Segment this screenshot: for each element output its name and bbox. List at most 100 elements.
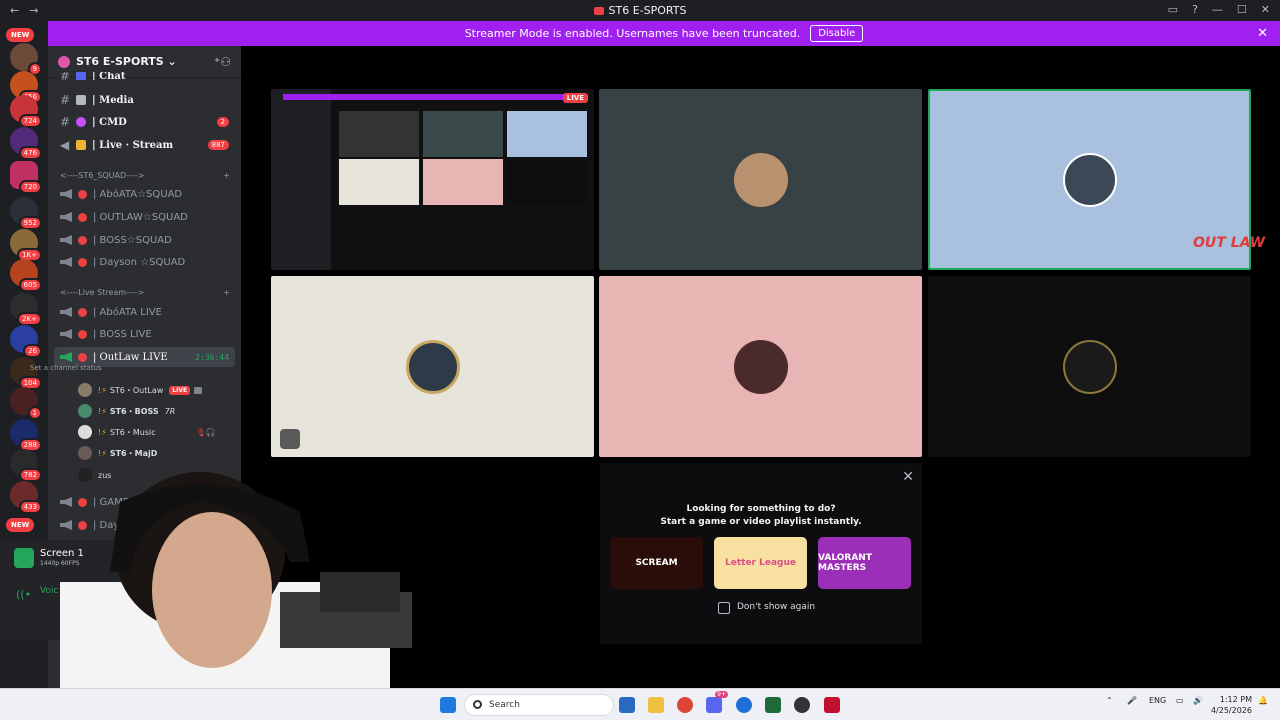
image-icon <box>76 95 86 105</box>
voice-user[interactable]: !⚡ ST6・BOSS 7R <box>78 402 233 420</box>
search-placeholder: Search <box>489 700 520 710</box>
server-icon[interactable]: 724 <box>10 95 42 128</box>
avatar <box>78 383 92 397</box>
activity-card-letter-league[interactable]: Letter League <box>714 537 807 589</box>
activity-card-scream[interactable]: SCREAM <box>610 537 703 589</box>
discord-icon[interactable]: 9+ <box>706 691 728 713</box>
avatar <box>1062 339 1117 394</box>
hash-icon: # <box>60 72 71 80</box>
fire-icon: !⚡ <box>98 385 107 395</box>
activity-popup: ✕ Looking for something to do? Start a g… <box>600 463 922 644</box>
voice-channel[interactable]: | OUTLAW☆SQUAD <box>48 207 241 227</box>
excel-icon[interactable] <box>765 697 781 713</box>
screen-share-icon[interactable]: ▭ <box>1168 3 1178 16</box>
channel-label: | BOSS☆SQUAD <box>93 234 172 246</box>
participant-tile[interactable] <box>599 276 922 457</box>
mention-badge: 887 <box>207 140 229 150</box>
help-icon[interactable]: ? <box>1192 3 1198 16</box>
minimize-icon[interactable]: — <box>1212 3 1223 16</box>
chrome-icon[interactable] <box>677 697 693 713</box>
voice-channel[interactable]: | BOSS☆SQUAD <box>48 230 241 250</box>
channel-status[interactable]: Set a channel status <box>30 364 102 372</box>
stream-preview <box>271 89 594 270</box>
server-icon[interactable]: 26 <box>10 325 42 358</box>
add-channel-icon[interactable]: + <box>223 171 230 180</box>
server-icon[interactable]: 1 <box>10 387 42 420</box>
category-label: <----Live Stream----> <box>60 288 145 297</box>
preview-banner <box>283 94 583 100</box>
server-icon[interactable]: 476 <box>10 127 42 160</box>
avatar <box>1062 152 1117 207</box>
hash-icon: # <box>60 115 71 129</box>
server-icon[interactable]: 9 <box>10 43 42 76</box>
channel-label: | Chat <box>92 72 126 80</box>
preview-tile <box>339 111 419 157</box>
channel-cmd[interactable]: # | CMD 2 <box>48 112 241 132</box>
server-icon[interactable]: 605 <box>10 259 42 292</box>
participant-tile[interactable] <box>271 276 594 457</box>
speaker-icon <box>60 257 72 267</box>
channel-label: | AbόATA☆SQUAD <box>93 188 183 200</box>
maximize-icon[interactable]: ☐ <box>1237 3 1247 16</box>
voice-user[interactable]: !⚡ ST6・OutLaw LIVE <box>78 381 233 399</box>
tray-chevron-icon[interactable]: ⌃ <box>1106 696 1113 705</box>
live-badge: LIVE <box>169 385 191 395</box>
server-count: 952 <box>18 216 42 230</box>
add-member-icon[interactable]: ⁺⚇ <box>214 55 231 69</box>
activity-icon[interactable] <box>280 429 300 449</box>
banner-close-icon[interactable]: ✕ <box>1257 26 1268 41</box>
taskbar-search[interactable]: Search <box>464 694 614 716</box>
channel-label: | Dayson ☆SQUAD <box>93 256 186 268</box>
store-icon[interactable] <box>619 697 635 713</box>
avatar <box>733 152 788 207</box>
language-indicator[interactable]: ENG <box>1149 696 1166 705</box>
speaker-icon <box>60 235 72 245</box>
server-icon[interactable]: 952 <box>10 197 42 230</box>
server-icon[interactable]: 2K+ <box>10 293 42 326</box>
add-channel-icon[interactable]: + <box>223 288 230 297</box>
stream-tile-screen[interactable]: LIVE <box>271 89 594 270</box>
windows-start-icon[interactable] <box>440 697 456 713</box>
server-icon[interactable]: 1K+ <box>10 229 42 262</box>
voice-channel[interactable]: | Dayson ☆SQUAD <box>48 252 241 272</box>
app-icon[interactable] <box>824 697 840 713</box>
activity-card-valorant[interactable]: VALORANT MASTERS <box>818 537 911 589</box>
channel-chat[interactable]: # | Chat <box>48 72 241 80</box>
clock[interactable]: 1:12 PM 4/25/2026 <box>1211 694 1252 716</box>
new-badge: NEW <box>6 28 35 42</box>
clock-date: 4/25/2026 <box>1210 706 1252 715</box>
network-icon[interactable]: ▭ <box>1176 696 1184 705</box>
voice-user[interactable]: !⚡ ST6・Music 🎙🎧 <box>78 423 233 441</box>
close-window-icon[interactable]: ✕ <box>1261 3 1270 16</box>
channel-label: | Live · Stream <box>92 139 174 151</box>
channel-media[interactable]: # | Media <box>48 90 241 110</box>
clock-time: 1:12 PM <box>1219 695 1252 704</box>
red-dot-icon <box>78 235 87 245</box>
live-badge: LIVE <box>562 93 588 103</box>
participant-tile[interactable] <box>928 276 1251 457</box>
voice-channel[interactable]: | BOSS LIVE <box>48 324 241 344</box>
popup-close-icon[interactable]: ✕ <box>902 469 914 485</box>
mic-icon[interactable]: 🎤 <box>1127 696 1137 705</box>
search-icon <box>473 700 482 709</box>
voice-channel[interactable]: | AbόATA LIVE <box>48 302 241 322</box>
voice-user[interactable]: !⚡ ST6・MajD <box>78 444 233 462</box>
channel-live-stream[interactable]: ◀ | Live · Stream 887 <box>48 135 241 155</box>
server-icon-active[interactable]: 720 <box>10 161 42 194</box>
participant-tile[interactable] <box>599 89 922 270</box>
webcam-person <box>60 472 412 688</box>
server-count: 1 <box>27 406 42 420</box>
volume-icon[interactable]: 🔊 <box>1193 696 1203 705</box>
category-squad[interactable]: <----ST6_SQUAD----> + <box>60 171 230 180</box>
ea-icon[interactable] <box>736 697 752 713</box>
notification-icon[interactable]: 🔔 <box>1258 696 1268 705</box>
disable-streamer-button[interactable]: Disable <box>810 25 864 42</box>
folder-icon[interactable] <box>648 697 664 713</box>
category-live[interactable]: <----Live Stream----> + <box>60 288 230 297</box>
dont-show-checkbox[interactable] <box>718 602 730 614</box>
avatar <box>78 425 92 439</box>
voice-channel[interactable]: | AbόATA☆SQUAD <box>48 184 241 204</box>
obs-icon[interactable] <box>794 697 810 713</box>
server-icon[interactable]: 288 <box>10 419 42 452</box>
server-count: 26 <box>23 344 42 358</box>
